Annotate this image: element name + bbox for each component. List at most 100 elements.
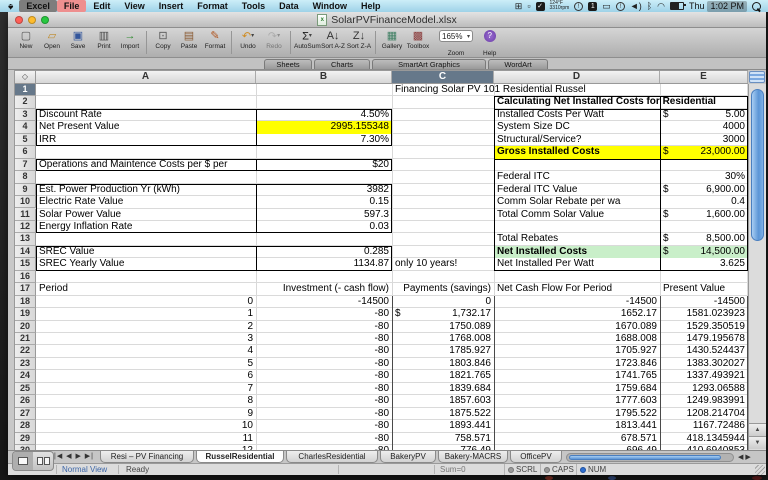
spotlight-icon[interactable] — [752, 2, 761, 11]
vertical-scrollbar[interactable]: ▲ ▼ — [748, 84, 766, 450]
page-layout-view-button[interactable] — [33, 452, 53, 470]
cell-E11[interactable]: $1,600.00 — [660, 209, 748, 221]
scroll-up-arrow[interactable]: ▲ — [749, 423, 766, 436]
toolbar-gallery[interactable]: ▦Gallery — [379, 30, 405, 51]
row-header-9[interactable]: 9 — [15, 184, 36, 196]
cell-D21[interactable]: 1688.008 — [494, 333, 660, 345]
sheet-tab-bakery-macrs[interactable]: Bakery-MACRS — [438, 451, 508, 463]
row-header-22[interactable]: 22 — [15, 345, 36, 357]
menu-view[interactable]: View — [117, 0, 151, 12]
row-header-19[interactable]: 19 — [15, 308, 36, 320]
cell-D29[interactable]: 678.571 — [494, 433, 660, 445]
cell-B18[interactable]: -14500 — [256, 296, 392, 308]
bluetooth-icon[interactable]: ᛒ — [647, 1, 652, 11]
sheet-tab-charlesresidential[interactable]: CharlesResidential — [286, 451, 378, 463]
cell-E18[interactable]: -14500 — [660, 296, 748, 308]
cell-A27[interactable]: 9 — [36, 408, 256, 420]
cell-E3[interactable]: $5.00 — [660, 109, 748, 121]
window-grid-icon[interactable]: ⊞ — [515, 1, 523, 11]
toolbar-save[interactable]: ▣Save — [65, 30, 91, 51]
menu-edit[interactable]: Edit — [86, 0, 117, 12]
sheet-tab-bakerypv[interactable]: BakeryPV — [380, 451, 436, 463]
cell-B26[interactable]: -80 — [256, 395, 392, 407]
cell-E19[interactable]: 1581.023923 — [660, 308, 748, 320]
row-header-23[interactable]: 23 — [15, 358, 36, 370]
cell-C19[interactable]: $1,732.17 — [392, 308, 494, 320]
cell-D11[interactable]: Total Comm Solar Value — [494, 209, 660, 221]
cell-E28[interactable]: 1167.72486 — [660, 420, 748, 432]
cell-D23[interactable]: 1723.846 — [494, 358, 660, 370]
menu-clock[interactable]: Thu1:02 PM — [689, 1, 747, 12]
horizontal-scroll-arrows[interactable]: ◀ ▶ — [738, 453, 751, 461]
cell-D14[interactable]: Net Installed Costs — [494, 246, 660, 258]
sheet-tab-russelresidential[interactable]: RusselResidential — [196, 451, 284, 463]
cell-A18[interactable]: 0 — [36, 296, 256, 308]
scroll-down-arrow[interactable]: ▼ — [749, 436, 766, 449]
row-header-14[interactable]: 14 — [15, 246, 36, 258]
cell-D28[interactable]: 1813.441 — [494, 420, 660, 432]
cell-C1[interactable]: Financing Solar PV 101 Residential Russe… — [392, 84, 494, 96]
cell-A12[interactable]: Energy Inflation Rate — [36, 221, 256, 233]
gallery-tab-sheets[interactable]: Sheets — [264, 59, 312, 69]
cell-D15[interactable]: Net Installed Per Watt — [494, 258, 660, 270]
cell-D2[interactable]: Calculating Net Installed Costs for Resi… — [494, 96, 660, 108]
row-header-29[interactable]: 29 — [15, 433, 36, 445]
cell-E6[interactable]: $23,000.00 — [660, 146, 748, 158]
cell-B25[interactable]: -80 — [256, 383, 392, 395]
gallery-tab-smartart-graphics[interactable]: SmartArt Graphics — [372, 59, 486, 69]
cell-B17[interactable]: Investment (- cash flow) — [256, 283, 392, 295]
cell-D17[interactable]: Net Cash Flow For Period — [494, 283, 660, 295]
cell-A28[interactable]: 10 — [36, 420, 256, 432]
cell-A7[interactable]: Operations and Maintence Costs per $ per — [36, 159, 256, 171]
resize-grip[interactable] — [755, 465, 765, 475]
menu-file[interactable]: File — [57, 0, 87, 12]
gallery-tab-charts[interactable]: Charts — [314, 59, 370, 69]
gallery-tab-wordart[interactable]: WordArt — [488, 59, 548, 69]
toolbar-toolbox[interactable]: ▩Toolbox — [405, 30, 431, 51]
cell-C24[interactable]: 1821.765 — [392, 370, 494, 382]
cell-E20[interactable]: 1529.350519 — [660, 321, 748, 333]
display-icon[interactable]: ▭ — [602, 1, 611, 11]
toolbar-new[interactable]: ▢New — [13, 30, 39, 51]
select-all-corner[interactable]: ◇ — [14, 70, 36, 84]
cell-C23[interactable]: 1803.846 — [392, 358, 494, 370]
cell-E21[interactable]: 1479.195678 — [660, 333, 748, 345]
alert-icon[interactable]: ! — [574, 2, 583, 11]
row-header-20[interactable]: 20 — [15, 321, 36, 333]
cell-E5[interactable]: 3000 — [660, 134, 748, 146]
cell-E24[interactable]: 1337.493921 — [660, 370, 748, 382]
sheet-tab-resi-pv-financing[interactable]: Resi – PV Financing — [100, 451, 194, 463]
column-header-d[interactable]: D — [494, 71, 660, 83]
row-header-26[interactable]: 26 — [15, 395, 36, 407]
cell-B7[interactable]: $20 — [256, 159, 392, 171]
cell-E14[interactable]: $14,500.00 — [660, 246, 748, 258]
checkmark-app-icon[interactable]: ✓ — [536, 2, 545, 11]
cell-A29[interactable]: 11 — [36, 433, 256, 445]
toolbar-print[interactable]: ▥Print — [91, 30, 117, 51]
zoom-dropdown[interactable]: 165%▾ — [439, 30, 473, 42]
menu-window[interactable]: Window — [306, 0, 354, 12]
cell-E13[interactable]: $8,500.00 — [660, 233, 748, 245]
cell-A4[interactable]: Net Present Value — [36, 121, 256, 133]
row-header-21[interactable]: 21 — [15, 333, 36, 345]
cell-D19[interactable]: 1652.17 — [494, 308, 660, 320]
cell-C25[interactable]: 1839.684 — [392, 383, 494, 395]
cell-D5[interactable]: Structural/Service? — [494, 134, 660, 146]
cell-E23[interactable]: 1383.302027 — [660, 358, 748, 370]
menu-excel[interactable]: Excel — [19, 0, 57, 12]
cell-A22[interactable]: 4 — [36, 345, 256, 357]
horizontal-scrollbar[interactable] — [566, 453, 734, 462]
toolbar-copy[interactable]: ⊡Copy — [150, 30, 176, 51]
cell-A24[interactable]: 6 — [36, 370, 256, 382]
split-handle[interactable] — [749, 71, 765, 83]
cell-C26[interactable]: 1857.603 — [392, 395, 494, 407]
cell-B28[interactable]: -80 — [256, 420, 392, 432]
cell-A26[interactable]: 8 — [36, 395, 256, 407]
cell-A14[interactable]: SREC Value — [36, 246, 256, 258]
cell-D6[interactable]: Gross Installed Costs — [494, 146, 660, 158]
row-header-16[interactable]: 16 — [15, 271, 36, 283]
cell-E17[interactable]: Present Value — [660, 283, 748, 295]
cell-E29[interactable]: 418.1345944 — [660, 433, 748, 445]
cell-B22[interactable]: -80 — [256, 345, 392, 357]
row-header-6[interactable]: 6 — [15, 146, 36, 158]
